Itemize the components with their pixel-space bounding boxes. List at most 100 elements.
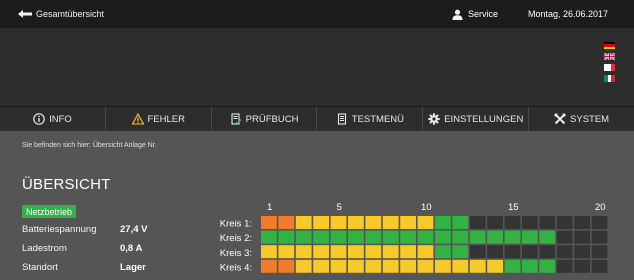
main-nav: INFO FEHLER PRÜFBUCH TESTMENÜ EINSTELLUN…	[0, 106, 634, 131]
circuit-status-chart: 1 5 10 15 20 Kreis 1: Kreis 2: Kreis 3: Kreis 4:	[214, 200, 634, 280]
circuit-cell	[295, 230, 312, 244]
stat-label: Standort	[22, 262, 58, 273]
circuit-cell	[539, 259, 556, 273]
row-label: Kreis 3:	[220, 248, 252, 259]
circuit-cell	[504, 245, 521, 259]
language-switcher	[604, 42, 616, 82]
circuit-cell	[295, 245, 312, 259]
circuit-cell	[348, 216, 364, 229]
circuit-cell	[365, 245, 382, 259]
circuit-cell	[435, 230, 451, 244]
circuit-cell	[452, 245, 469, 259]
circuit-status-grid: 1 5 10 15 20Kreis 1:Kreis 2:Kreis 3:Kreis 4:	[220, 202, 608, 273]
x-tick-label: 10	[421, 202, 432, 213]
test-menu-icon	[337, 113, 346, 125]
breadcrumb: Sie befinden sich hier: Übersicht Anlage…	[22, 142, 157, 149]
circuit-cell	[400, 245, 416, 259]
warning-icon	[131, 113, 144, 125]
circuit-cell	[522, 245, 538, 259]
circuit-cell	[382, 259, 399, 273]
nav-info[interactable]: INFO	[0, 107, 106, 131]
service-button[interactable]: Service	[452, 0, 498, 28]
circuit-cell	[487, 259, 503, 273]
circuit-cell	[574, 259, 590, 273]
x-tick-label: 20	[595, 202, 606, 213]
nav-fehler[interactable]: FEHLER	[106, 107, 212, 131]
logbook-icon	[231, 113, 242, 125]
circuit-cell	[400, 259, 416, 273]
german-flag-icon[interactable]	[604, 42, 615, 49]
circuit-cell	[452, 230, 469, 244]
x-tick-label: 15	[508, 202, 519, 213]
row-label: Kreis 2:	[220, 233, 252, 244]
circuit-cell	[365, 259, 382, 273]
circuit-cell	[313, 230, 329, 244]
circuit-cell	[539, 216, 556, 229]
gear-icon	[428, 113, 440, 125]
circuit-cell	[330, 230, 347, 244]
circuit-cell	[522, 259, 538, 273]
nav-testmenue[interactable]: TESTMENÜ	[317, 107, 424, 131]
nav-testmenue-label: TESTMENÜ	[351, 113, 405, 125]
circuit-cell	[348, 259, 364, 273]
circuit-cell	[417, 245, 434, 259]
circuit-cell	[574, 230, 590, 244]
circuit-cell	[469, 259, 486, 273]
nav-system[interactable]: SYSTEM	[529, 107, 634, 131]
circuit-cell	[400, 230, 416, 244]
english-flag-icon[interactable]	[604, 53, 615, 60]
circuit-cell	[556, 245, 573, 259]
circuit-cell	[487, 245, 503, 259]
circuit-cell	[295, 259, 312, 273]
circuit-cell	[278, 245, 295, 259]
circuit-cell	[330, 216, 347, 229]
circuit-cell	[313, 259, 329, 273]
nav-fehler-label: FEHLER	[147, 113, 185, 125]
italian-flag-icon[interactable]	[604, 75, 616, 82]
circuit-cell	[400, 216, 416, 229]
circuit-cell	[435, 259, 451, 273]
circuit-cell	[504, 230, 521, 244]
circuit-cell	[452, 216, 469, 229]
circuit-cell	[591, 245, 608, 259]
circuit-cell	[278, 216, 295, 229]
circuit-cell	[591, 259, 608, 273]
circuit-cell	[469, 216, 486, 229]
circuit-cell	[313, 216, 329, 229]
circuit-cell	[278, 259, 295, 273]
nav-einstellungen[interactable]: EINSTELLUNGEN	[423, 107, 530, 131]
tools-icon	[554, 113, 566, 125]
current-date: Montag, 26.06.2017	[528, 9, 609, 19]
service-label: Service	[468, 9, 499, 19]
circuit-cell	[504, 259, 521, 273]
circuit-cell	[382, 216, 399, 229]
circuit-cell	[261, 216, 277, 229]
circuit-cell	[504, 216, 521, 229]
row-label: Kreis 1:	[220, 219, 252, 230]
info-icon	[33, 113, 45, 125]
stat-value: 0,8 A	[120, 243, 143, 254]
back-arrow-icon	[18, 10, 32, 18]
circuit-cell	[487, 216, 503, 229]
circuit-cell	[295, 216, 312, 229]
circuit-cell	[330, 245, 347, 259]
circuit-cell	[522, 230, 538, 244]
top-bar: Gesamtübersicht Service Montag, 26.06.20…	[0, 0, 634, 28]
circuit-cell	[487, 230, 503, 244]
status-badge: Netzbetrieb	[22, 205, 77, 218]
circuit-cell	[574, 245, 590, 259]
circuit-cell	[330, 259, 347, 273]
circuit-cell	[539, 245, 556, 259]
circuit-cell	[261, 259, 277, 273]
stat-label: Batteriespannung	[22, 224, 97, 235]
stat-label: Ladestrom	[22, 243, 67, 254]
back-link[interactable]: Gesamtübersicht	[18, 0, 104, 28]
circuit-cell	[417, 259, 434, 273]
row-label: Kreis 4:	[220, 262, 252, 273]
circuit-cell	[261, 245, 277, 259]
page-title: ÜBERSICHT	[22, 176, 111, 193]
nav-pruefbuch[interactable]: PRÜFBUCH	[212, 107, 318, 131]
french-flag-icon[interactable]	[604, 64, 616, 71]
circuit-cell	[382, 245, 399, 259]
circuit-cell	[469, 230, 486, 244]
